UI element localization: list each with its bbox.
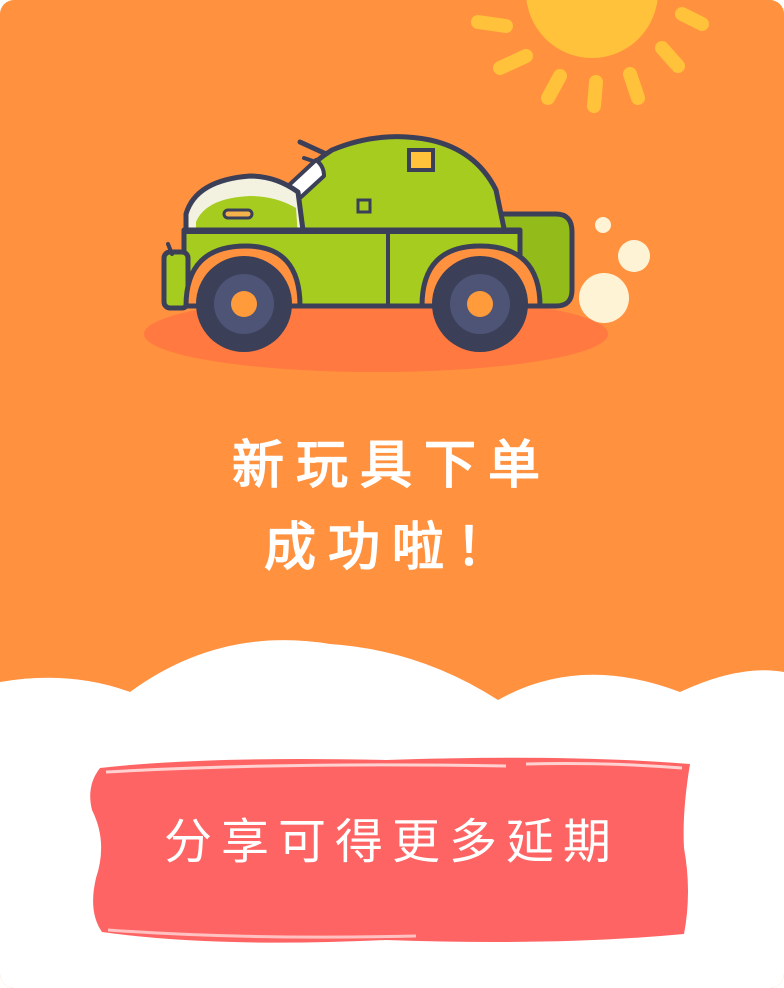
headline-line-2: 成功啦！ [263, 518, 520, 578]
share-button[interactable]: 分享可得更多延期 [86, 752, 698, 948]
headline-line-1: 新玩具下单 [231, 436, 552, 496]
share-button-label: 分享可得更多延期 [163, 814, 620, 870]
success-card: 新玩具下单 成功啦！ 分享可得更多延期 [0, 0, 784, 988]
